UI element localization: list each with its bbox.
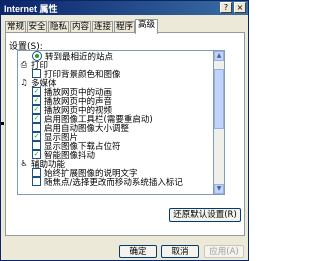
help-icon: ? bbox=[223, 3, 229, 12]
tab-advanced[interactable]: 高级 bbox=[135, 19, 158, 34]
edge-marker bbox=[1, 122, 4, 125]
ok-button[interactable]: 确定 bbox=[119, 245, 157, 258]
printer-icon: ⎙ bbox=[20, 59, 28, 69]
checkbox[interactable] bbox=[32, 69, 41, 78]
internet-properties-window: Internet 属性 ? × 常规 安全 隐私 内容 连接 程序 高级 设置(… bbox=[0, 0, 249, 261]
setting-move-caret[interactable]: 随焦点/选择更改而移动系统插入标记 bbox=[32, 177, 183, 189]
scroll-up-arrow-icon[interactable]: ▲ bbox=[214, 51, 224, 61]
settings-tree: 转到最相近的站点 ⎙ 打印 打印背景颜色和图像 ♫ 多媒体 ✓ 播放网页中的动画 ✓ 播… bbox=[17, 50, 214, 195]
title-bar[interactable]: Internet 属性 ? × bbox=[1, 1, 248, 15]
close-icon: × bbox=[236, 3, 244, 12]
apply-button[interactable]: 应用(A) bbox=[204, 245, 244, 258]
checkbox-checked[interactable]: ✓ bbox=[32, 150, 41, 159]
settings-scrollbar[interactable]: ▲ ▼ bbox=[214, 50, 225, 195]
checkbox[interactable] bbox=[32, 168, 41, 177]
setting-label: 转到最相近的站点 bbox=[45, 52, 114, 63]
checkbox[interactable] bbox=[32, 177, 41, 186]
window-title: Internet 属性 bbox=[4, 4, 58, 14]
scroll-thumb[interactable] bbox=[214, 69, 224, 129]
scroll-down-arrow-icon[interactable]: ▼ bbox=[214, 184, 224, 194]
help-button[interactable]: ? bbox=[220, 2, 232, 13]
checkbox[interactable] bbox=[32, 123, 41, 132]
close-button[interactable]: × bbox=[234, 2, 246, 13]
checkbox-checked[interactable]: ✓ bbox=[32, 96, 41, 105]
multimedia-icon: ♫ bbox=[20, 77, 28, 87]
checkbox-checked[interactable]: ✓ bbox=[32, 105, 41, 114]
radio-button[interactable] bbox=[32, 51, 42, 61]
checkbox-checked[interactable]: ✓ bbox=[32, 132, 41, 141]
checkbox-checked[interactable]: ✓ bbox=[32, 87, 41, 96]
cancel-button[interactable]: 取消 bbox=[161, 245, 199, 258]
accessibility-icon: ♿ bbox=[20, 158, 28, 168]
checkbox-checked[interactable]: ✓ bbox=[32, 114, 41, 123]
checkbox[interactable] bbox=[32, 141, 41, 150]
setting-label: 随焦点/选择更改而移动系统插入标记 bbox=[44, 178, 183, 188]
restore-defaults-button[interactable]: 还原默认设置(R) bbox=[169, 208, 241, 222]
